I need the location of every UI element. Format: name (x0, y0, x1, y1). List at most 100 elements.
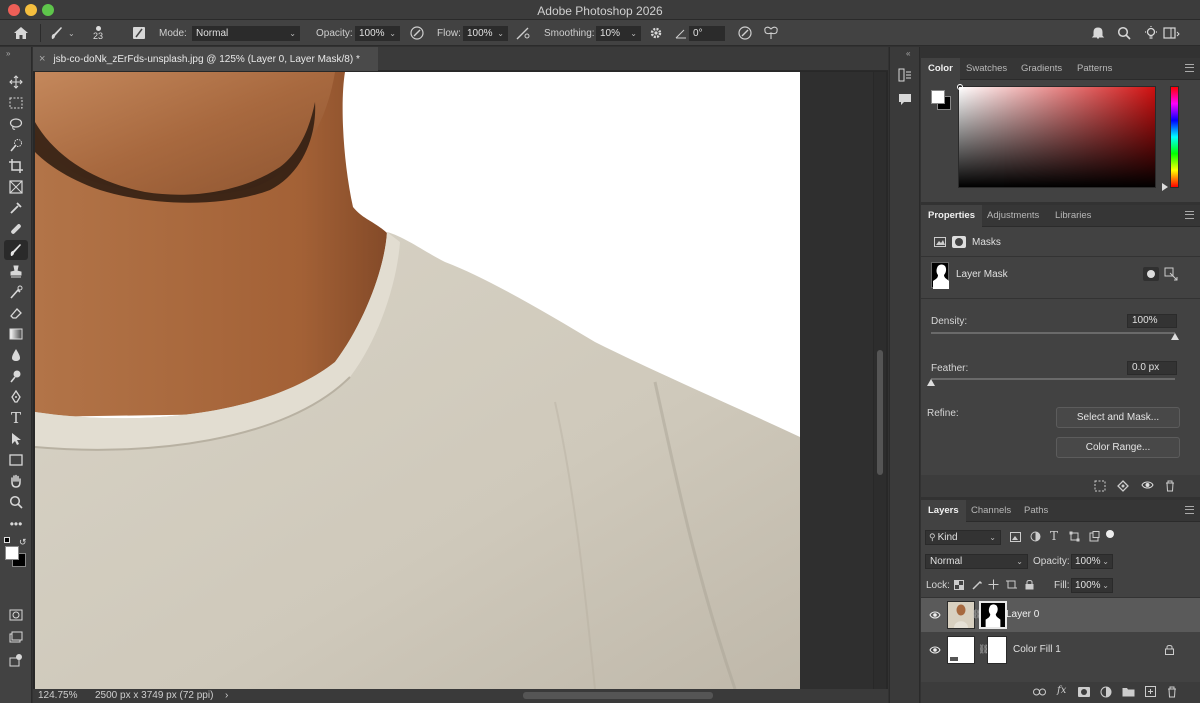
filter-pixel-icon[interactable] (1010, 532, 1021, 545)
blur-tool-icon[interactable] (4, 345, 28, 365)
lock-artboard-icon[interactable] (1006, 579, 1017, 593)
pen-tool-icon[interactable] (4, 387, 28, 407)
color-panel-menu-icon[interactable] (1185, 64, 1194, 72)
fill-field[interactable]: 100% ⌄ (1071, 578, 1113, 593)
spot-healing-tool-icon[interactable] (4, 219, 28, 239)
close-tab-icon[interactable]: × (39, 53, 45, 65)
layer-opacity-field[interactable]: 100% ⌄ (1071, 554, 1113, 569)
layer-filter-select[interactable]: ⚲ Kind ⌄ (925, 530, 1001, 545)
layer-visibility-eye-icon[interactable] (929, 610, 941, 620)
opacity-field[interactable]: 100% ⌄ (355, 20, 400, 46)
trash-icon[interactable] (1165, 480, 1175, 495)
lock-pixels-icon[interactable] (972, 579, 983, 593)
collapse-toolbar-icon[interactable]: » (6, 49, 10, 58)
quick-selection-tool-icon[interactable] (4, 135, 28, 155)
zoom-level[interactable]: 124.75% (38, 690, 77, 701)
layer-mask-thumbnail-layers[interactable] (979, 601, 1007, 629)
load-selection-icon[interactable] (1094, 480, 1106, 495)
new-layer-icon[interactable] (1145, 686, 1156, 700)
lightbulb-icon[interactable] (1143, 20, 1159, 46)
tab-libraries[interactable]: Libraries (1048, 205, 1098, 227)
filter-shape-icon[interactable] (1069, 531, 1080, 545)
brush-tool-preset-icon[interactable]: ⌄ (49, 20, 75, 46)
tab-adjustments[interactable]: Adjustments (980, 205, 1046, 227)
smoothing-field[interactable]: 10% ⌄ (596, 20, 641, 46)
brush-settings-icon[interactable] (132, 20, 146, 46)
history-panel-icon[interactable] (898, 68, 912, 85)
edit-toolbar-icon[interactable] (4, 650, 28, 670)
horizontal-scroll-thumb[interactable] (523, 692, 713, 699)
type-tool-icon[interactable]: T (4, 408, 28, 428)
tab-color[interactable]: Color (921, 58, 960, 80)
add-mask-icon[interactable] (1078, 687, 1090, 700)
document-tab[interactable]: × jsb-co-doNk_zErFds-unsplash.jpg @ 125%… (33, 47, 378, 71)
tab-swatches[interactable]: Swatches (959, 58, 1014, 80)
fill-layer-mask-thumbnail[interactable] (987, 636, 1007, 664)
brush-size-picker[interactable]: 23 (93, 20, 103, 46)
dodge-tool-icon[interactable] (4, 366, 28, 386)
panel-foreground-swatch[interactable] (931, 90, 945, 104)
mask-type-icon[interactable] (952, 236, 966, 248)
canvas[interactable] (35, 72, 800, 689)
flow-field[interactable]: 100% ⌄ (463, 20, 508, 46)
hue-slider[interactable] (1170, 86, 1179, 188)
rectangle-tool-icon[interactable] (4, 450, 28, 470)
brush-tool-icon[interactable] (4, 240, 28, 260)
pressure-opacity-icon[interactable] (409, 20, 425, 46)
vertical-scroll-thumb[interactable] (877, 350, 883, 475)
feather-slider-thumb[interactable] (927, 379, 935, 386)
feather-slider-track[interactable] (931, 378, 1175, 380)
fx-icon[interactable]: fx (1057, 685, 1066, 696)
filter-adjustment-icon[interactable] (1030, 531, 1041, 545)
filter-smart-object-icon[interactable] (1089, 531, 1100, 545)
select-mask-icon[interactable] (1143, 267, 1159, 281)
more-tools-icon[interactable]: ••• (4, 514, 28, 534)
blend-mode-select[interactable]: Normal ⌄ (925, 554, 1028, 569)
color-range-button[interactable]: Color Range... (1056, 437, 1180, 458)
vertical-scrollbar[interactable] (874, 72, 886, 689)
layer-name[interactable]: Color Fill 1 (1013, 644, 1061, 655)
layer-name[interactable]: Layer 0 (1006, 609, 1039, 620)
tab-patterns[interactable]: Patterns (1070, 58, 1119, 80)
eye-icon[interactable] (1141, 480, 1154, 493)
path-selection-tool-icon[interactable] (4, 429, 28, 449)
workspace-icon[interactable] (1163, 20, 1181, 46)
delete-layer-icon[interactable] (1167, 686, 1177, 701)
lock-all-icon[interactable] (1025, 579, 1034, 593)
tab-gradients[interactable]: Gradients (1014, 58, 1069, 80)
layer-row-layer-0[interactable]: ⛓ Layer 0 (921, 598, 1200, 632)
marquee-tool-icon[interactable] (4, 93, 28, 113)
select-and-mask-button[interactable]: Select and Mask... (1056, 407, 1180, 428)
default-colors-icon[interactable] (4, 537, 10, 543)
expand-dock-icon[interactable]: « (906, 49, 910, 58)
density-slider-thumb[interactable] (1171, 333, 1179, 340)
swap-colors-icon[interactable]: ↺ (19, 537, 27, 548)
home-icon[interactable] (13, 20, 29, 46)
crop-tool-icon[interactable] (4, 156, 28, 176)
lock-position-icon[interactable] (988, 579, 999, 593)
clone-stamp-tool-icon[interactable] (4, 261, 28, 281)
zoom-tool-icon[interactable] (4, 492, 28, 512)
filter-type-icon[interactable]: T (1050, 529, 1058, 543)
layers-panel-menu-icon[interactable] (1185, 506, 1194, 514)
filter-toggle-icon[interactable] (1106, 530, 1114, 538)
hue-slider-thumb[interactable] (1162, 183, 1168, 191)
foreground-color-swatch[interactable] (5, 546, 19, 560)
gear-icon[interactable] (649, 20, 663, 46)
adjustment-layer-icon[interactable] (1100, 686, 1112, 701)
comments-panel-icon[interactable] (898, 92, 912, 109)
pressure-size-icon[interactable] (737, 20, 753, 46)
angle-field[interactable]: 0° (689, 20, 725, 46)
panel-color-swatches[interactable] (931, 90, 951, 110)
lock-transparent-icon[interactable] (954, 580, 964, 593)
mode-select[interactable]: Normal ⌄ (192, 20, 300, 46)
hand-tool-icon[interactable] (4, 471, 28, 491)
apply-mask-icon[interactable] (1117, 480, 1129, 495)
pixel-mask-type-icon[interactable] (934, 237, 946, 250)
history-brush-tool-icon[interactable] (4, 282, 28, 302)
apply-vector-mask-icon[interactable] (1164, 267, 1178, 284)
status-menu-arrow[interactable]: › (225, 690, 228, 701)
bell-icon[interactable] (1091, 20, 1105, 46)
new-group-icon[interactable] (1122, 687, 1135, 700)
tab-channels[interactable]: Channels (964, 500, 1018, 522)
